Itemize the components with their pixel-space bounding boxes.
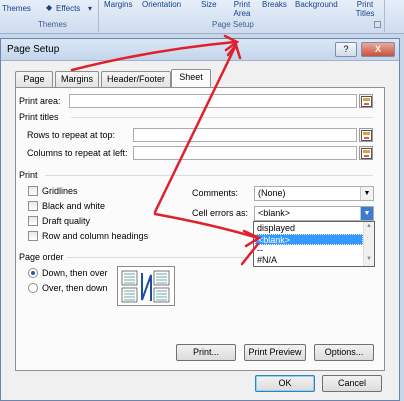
print-titles-section-label: Print titles [19, 112, 59, 122]
gridlines-checkbox[interactable] [28, 186, 38, 196]
tab-label: Sheet [179, 72, 203, 82]
tab-margins[interactable]: Margins [55, 71, 99, 87]
columns-collapse-button[interactable] [359, 146, 373, 160]
black-and-white-label: Black and white [42, 201, 106, 211]
margins-button[interactable]: Margins [104, 0, 132, 9]
section-divider [45, 175, 373, 176]
dropdown-scrollbar[interactable]: ▲ ▼ [363, 222, 374, 266]
button-label: OK [278, 378, 292, 388]
button-label: Print Preview [248, 347, 302, 357]
section-divider [67, 257, 245, 258]
tab-label: Page [23, 74, 45, 84]
dropdown-option-displayed[interactable]: displayed [255, 223, 363, 234]
row-column-headings-label: Row and column headings [42, 231, 149, 241]
dialog-title: Page Setup [7, 44, 60, 55]
ok-button[interactable]: OK [255, 375, 315, 392]
tab-label: Margins [60, 74, 93, 84]
print-area-label: Print area: [19, 96, 61, 106]
cell-errors-label: Cell errors as: [192, 208, 249, 218]
black-and-white-checkbox[interactable] [28, 201, 38, 211]
cell-errors-value: <blank> [258, 208, 291, 218]
ribbon-separator [98, 0, 99, 32]
rows-collapse-button[interactable] [359, 128, 373, 142]
chevron-down-icon[interactable]: ▼ [360, 187, 373, 200]
print-area-button[interactable]: Print Area [231, 0, 253, 18]
draft-quality-checkbox[interactable] [28, 216, 38, 226]
tab-page[interactable]: Page [15, 71, 53, 87]
tab-header-footer[interactable]: Header/Footer [101, 71, 171, 87]
themes-button[interactable]: Themes [2, 4, 31, 13]
tab-label: Header/Footer [106, 74, 166, 84]
collapse-dialog-icon [361, 148, 372, 159]
page-order-diagram-icon [121, 270, 170, 303]
button-label: Print... [192, 347, 219, 357]
collapse-dialog-icon [361, 130, 372, 141]
dialog-titlebar: Page Setup ? X [1, 39, 399, 61]
comments-value: (None) [258, 188, 286, 198]
background-button[interactable]: Background [295, 0, 338, 9]
row-column-headings-checkbox[interactable] [28, 231, 38, 241]
cell-errors-select[interactable]: <blank> ▼ [254, 206, 374, 221]
print-preview-button[interactable]: Print Preview [244, 344, 306, 361]
rows-to-repeat-input[interactable] [133, 128, 357, 142]
dropdown-option-na[interactable]: #N/A [255, 255, 363, 266]
draft-quality-label: Draft quality [42, 216, 91, 226]
page-order-section-label: Page order [19, 252, 64, 262]
breaks-button[interactable]: Breaks [262, 0, 287, 9]
down-then-over-label: Down, then over [42, 268, 108, 278]
effects-button[interactable]: Effects [56, 4, 80, 13]
effects-icon: ◆ [46, 3, 53, 12]
print-section-label: Print [19, 170, 38, 180]
help-button[interactable]: ? [335, 42, 357, 57]
page-setup-group-label: Page Setup [212, 20, 254, 29]
gridlines-label: Gridlines [42, 186, 78, 196]
scroll-up-icon[interactable]: ▲ [366, 223, 372, 229]
print-button[interactable]: Print... [176, 344, 236, 361]
print-titles-button[interactable]: Print Titles [353, 0, 377, 18]
close-icon: X [374, 44, 381, 54]
down-then-over-radio[interactable] [28, 268, 38, 278]
button-label: Options... [324, 347, 364, 357]
rows-to-repeat-label: Rows to repeat at top: [27, 130, 116, 140]
ribbon-separator [384, 0, 385, 32]
page-setup-dialog: Page Setup ? X Page Margins Header/Foote… [0, 38, 400, 401]
print-area-input[interactable] [69, 94, 357, 108]
effects-dropdown-icon: ▾ [88, 4, 93, 13]
close-button[interactable]: X [361, 42, 395, 57]
options-button[interactable]: Options... [314, 344, 374, 361]
chevron-down-icon[interactable]: ▼ [360, 207, 373, 220]
print-area-collapse-button[interactable] [359, 94, 373, 108]
collapse-dialog-icon [361, 96, 372, 107]
themes-group-label: Themes [38, 20, 67, 29]
page-setup-launcher-icon[interactable] [374, 21, 381, 28]
page-order-preview [117, 266, 175, 306]
ribbon: Themes ◆ Effects ▾ Themes Margins Orient… [0, 0, 404, 34]
button-label: Cancel [337, 378, 366, 388]
comments-label: Comments: [192, 188, 239, 198]
tab-sheet[interactable]: Sheet [171, 69, 211, 88]
dropdown-option-blank[interactable]: <blank> [255, 234, 363, 245]
size-button[interactable]: Size [201, 0, 217, 9]
scroll-down-icon[interactable]: ▼ [366, 256, 372, 262]
over-then-down-label: Over, then down [42, 283, 108, 293]
columns-to-repeat-input[interactable] [133, 146, 357, 160]
section-divider [71, 117, 373, 118]
cell-errors-dropdown-list: displayed <blank> -- #N/A ▲ ▼ [253, 221, 375, 267]
columns-to-repeat-label: Columns to repeat at left: [27, 148, 128, 158]
comments-select[interactable]: (None) ▼ [254, 186, 374, 201]
help-icon: ? [343, 44, 349, 54]
over-then-down-radio[interactable] [28, 283, 38, 293]
orientation-button[interactable]: Orientation [142, 0, 181, 9]
cancel-button[interactable]: Cancel [322, 375, 382, 392]
